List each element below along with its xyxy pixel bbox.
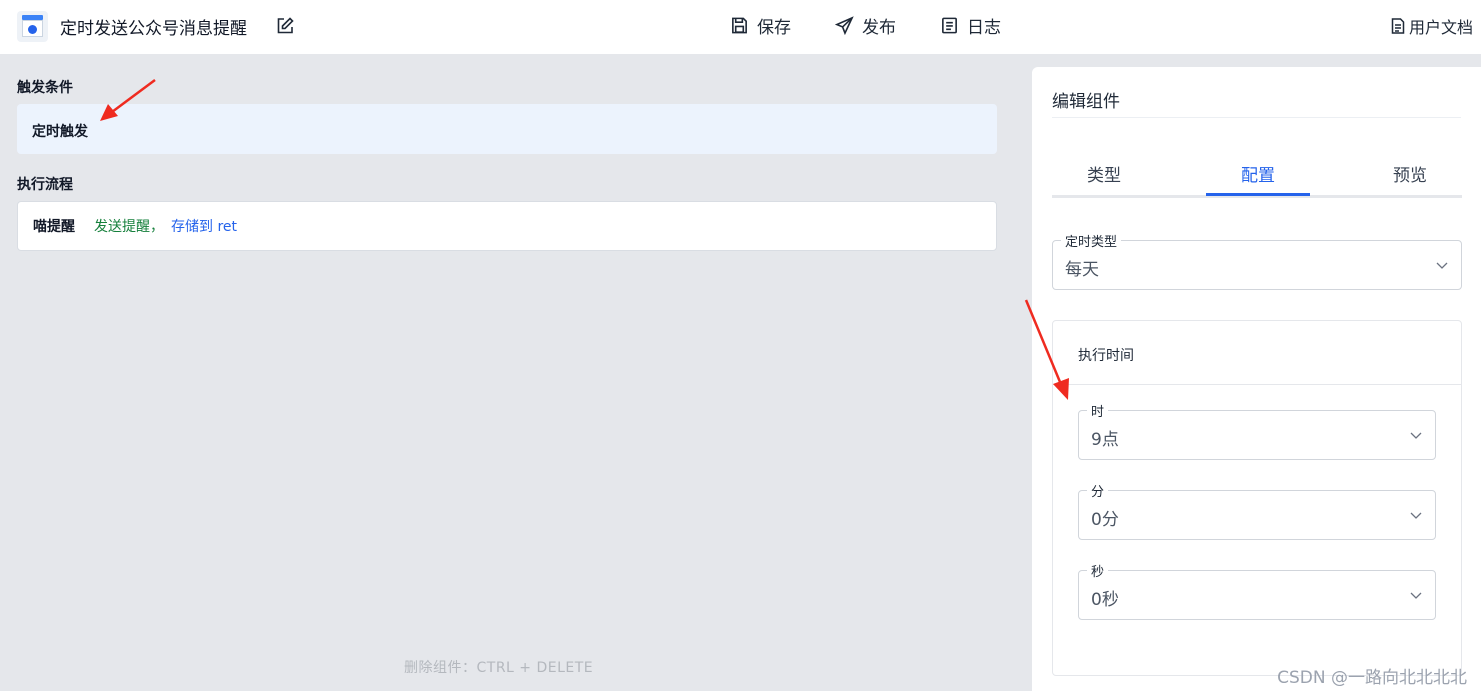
flow-step-store-target: 存储到 ret <box>171 219 238 235</box>
timer-type-select[interactable]: 定时类型 每天 <box>1052 231 1462 290</box>
trigger-section-label: 触发条件 <box>17 80 73 96</box>
log-label: 日志 <box>967 18 1001 38</box>
timer-type-value: 每天 <box>1065 260 1099 280</box>
chevron-down-icon <box>1410 512 1422 519</box>
panel-title: 编辑组件 <box>1052 92 1120 112</box>
hour-label: 时 <box>1087 401 1109 420</box>
chevron-down-icon <box>1410 432 1422 439</box>
hour-select[interactable]: 时 9点 <box>1078 401 1436 460</box>
send-icon <box>835 16 854 35</box>
watermark: CSDN @一路向北北北北 <box>1277 668 1467 688</box>
flow-step-card[interactable]: 喵提醒 发送提醒， 存储到 ret <box>17 201 997 251</box>
chevron-down-icon <box>1436 262 1448 269</box>
flow-section-label: 执行流程 <box>17 177 73 193</box>
active-tab-indicator <box>1206 193 1310 196</box>
timer-type-label: 定时类型 <box>1061 231 1122 250</box>
exec-time-group: 执行时间 时 9点 分 0分 秒 0秒 <box>1052 320 1462 676</box>
flow-step-name: 喵提醒 <box>33 219 75 235</box>
edit-icon[interactable] <box>275 16 295 36</box>
delete-hint: 删除组件：CTRL + DELETE <box>404 660 594 676</box>
second-value: 0秒 <box>1091 590 1119 610</box>
trigger-card[interactable]: 定时触发 <box>17 104 997 154</box>
publish-label: 发布 <box>862 18 896 38</box>
tab-type[interactable]: 类型 <box>1052 161 1156 186</box>
tab-config[interactable]: 配置 <box>1206 161 1310 186</box>
tab-preview[interactable]: 预览 <box>1358 161 1462 186</box>
minute-value: 0分 <box>1091 510 1119 530</box>
publish-button[interactable]: 发布 <box>835 13 896 38</box>
second-select[interactable]: 秒 0秒 <box>1078 561 1436 620</box>
panel-divider <box>1052 117 1461 118</box>
save-button[interactable]: 保存 <box>730 13 791 38</box>
second-label: 秒 <box>1087 561 1109 580</box>
document-icon <box>1391 18 1405 34</box>
app-icon <box>17 11 48 42</box>
exec-time-divider <box>1053 384 1461 385</box>
save-label: 保存 <box>757 18 791 38</box>
panel-tabs: 类型 配置 预览 <box>1052 157 1462 198</box>
log-button[interactable]: 日志 <box>940 13 1001 38</box>
page-title: 定时发送公众号消息提醒 <box>60 19 247 39</box>
user-docs-link[interactable]: 用户文档 <box>1391 14 1473 38</box>
edit-component-panel: 编辑组件 类型 配置 预览 定时类型 每天 执行时间 时 9点 分 0分 秒 0… <box>1032 67 1481 691</box>
hour-value: 9点 <box>1091 430 1119 450</box>
save-icon <box>732 17 747 34</box>
log-icon <box>942 17 957 34</box>
exec-time-title: 执行时间 <box>1078 348 1134 364</box>
flow-step-description: 发送提醒， <box>94 219 164 235</box>
user-docs-label: 用户文档 <box>1408 18 1473 37</box>
trigger-item-label: 定时触发 <box>32 124 88 140</box>
minute-select[interactable]: 分 0分 <box>1078 481 1436 540</box>
chevron-down-icon <box>1410 592 1422 599</box>
top-bar: 定时发送公众号消息提醒 保存 发布 日志 用户文档 <box>0 0 1481 55</box>
minute-label: 分 <box>1087 481 1109 500</box>
